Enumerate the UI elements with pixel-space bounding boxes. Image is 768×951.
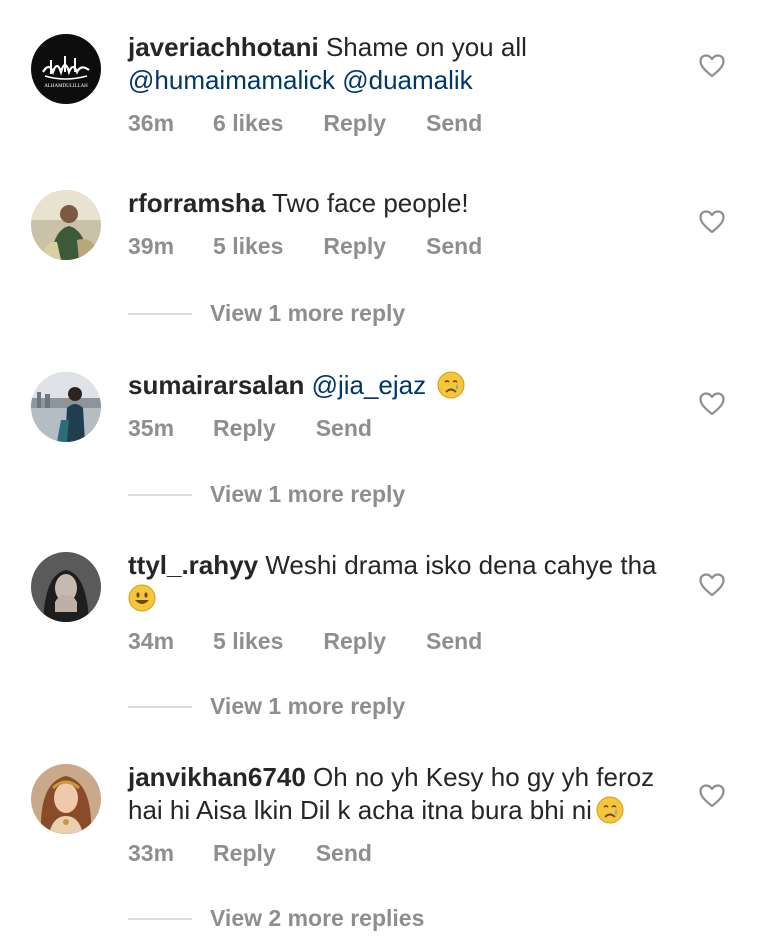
reply-button[interactable]: Reply	[213, 840, 276, 867]
reply-button[interactable]: Reply	[213, 415, 276, 442]
avatar[interactable]	[31, 372, 101, 442]
comment-time: 34m	[128, 628, 175, 654]
comment-username[interactable]: ttyl_.rahyy	[128, 550, 258, 580]
divider	[128, 493, 192, 496]
crying-face-emoji-icon	[596, 796, 624, 824]
comment-time: 33m	[128, 840, 175, 866]
avatar[interactable]	[31, 190, 101, 260]
reply-button[interactable]: Reply	[323, 110, 386, 137]
user-photo-icon	[31, 552, 101, 622]
send-button[interactable]: Send	[316, 415, 372, 442]
like-heart-icon[interactable]	[699, 784, 725, 808]
mention-link[interactable]: @jia_ejaz	[312, 370, 427, 400]
crying-face-emoji-icon	[437, 371, 465, 399]
comment-text: ttyl_.rahyy Weshi drama isko dena cahye …	[128, 549, 688, 615]
user-photo-icon	[31, 372, 101, 442]
comment-username[interactable]: javeriachhotani	[128, 32, 319, 62]
user-photo-icon	[31, 764, 101, 834]
comment-meta: 36m 6 likes Reply Send	[128, 110, 688, 137]
avatar[interactable]	[31, 764, 101, 834]
comment-text: sumairarsalan @jia_ejaz	[128, 369, 688, 402]
reply-button[interactable]: Reply	[323, 628, 386, 655]
comment-username[interactable]: rforramsha	[128, 188, 265, 218]
like-heart-icon[interactable]	[699, 54, 725, 78]
reply-button[interactable]: Reply	[323, 233, 386, 260]
grinning-face-emoji-icon	[128, 584, 156, 612]
svg-text:ALHAMDULILLAH: ALHAMDULILLAH	[44, 84, 88, 89]
comment-time: 35m	[128, 415, 175, 441]
avatar[interactable]	[31, 552, 101, 622]
comment-text: javeriachhotani Shame on you all @humaim…	[128, 31, 688, 97]
view-more-replies-label: View 2 more replies	[210, 905, 425, 931]
mention-link[interactable]: @humaimamalick @duamalik	[128, 65, 473, 95]
comment-meta: 33m Reply Send	[128, 840, 688, 867]
like-heart-icon[interactable]	[699, 392, 725, 416]
send-button[interactable]: Send	[426, 628, 482, 655]
view-more-replies-label: View 1 more reply	[210, 693, 406, 719]
view-more-replies-button[interactable]: View 1 more reply	[128, 300, 405, 327]
divider	[128, 705, 192, 708]
comment-username[interactable]: sumairarsalan	[128, 370, 304, 400]
view-more-replies-label: View 1 more reply	[210, 481, 406, 507]
comment-meta: 39m 5 likes Reply Send	[128, 233, 688, 260]
comment-body: Weshi drama isko dena cahye tha	[265, 550, 657, 580]
comment-meta: 34m 5 likes Reply Send	[128, 628, 688, 655]
like-heart-icon[interactable]	[699, 210, 725, 234]
send-button[interactable]: Send	[426, 110, 482, 137]
view-more-replies-button[interactable]: View 1 more reply	[128, 693, 405, 720]
avatar[interactable]: ALHAMDULILLAH	[31, 34, 101, 104]
comment-time: 36m	[128, 110, 175, 136]
like-heart-icon[interactable]	[699, 573, 725, 597]
view-more-replies-button[interactable]: View 1 more reply	[128, 481, 405, 508]
send-button[interactable]: Send	[426, 233, 482, 260]
comment-meta: 35m Reply Send	[128, 415, 688, 442]
send-button[interactable]: Send	[316, 840, 372, 867]
comment-text: rforramsha Two face people!	[128, 187, 688, 220]
view-more-replies-label: View 1 more reply	[210, 300, 406, 326]
likes-count[interactable]: 6 likes	[213, 110, 283, 137]
alhamdulillah-calligraphy-icon: ALHAMDULILLAH	[31, 34, 101, 104]
comment-time: 39m	[128, 233, 175, 259]
divider	[128, 917, 192, 920]
comment-text: janvikhan6740 Oh no yh Kesy ho gy yh fer…	[128, 761, 688, 827]
view-more-replies-button[interactable]: View 2 more replies	[128, 905, 424, 932]
user-photo-icon	[31, 190, 101, 260]
likes-count[interactable]: 5 likes	[213, 628, 283, 655]
comment-body: Shame on you all	[325, 32, 527, 62]
likes-count[interactable]: 5 likes	[213, 233, 283, 260]
comment-username[interactable]: janvikhan6740	[128, 762, 306, 792]
comment-body: Two face people!	[272, 188, 469, 218]
divider	[128, 312, 192, 315]
